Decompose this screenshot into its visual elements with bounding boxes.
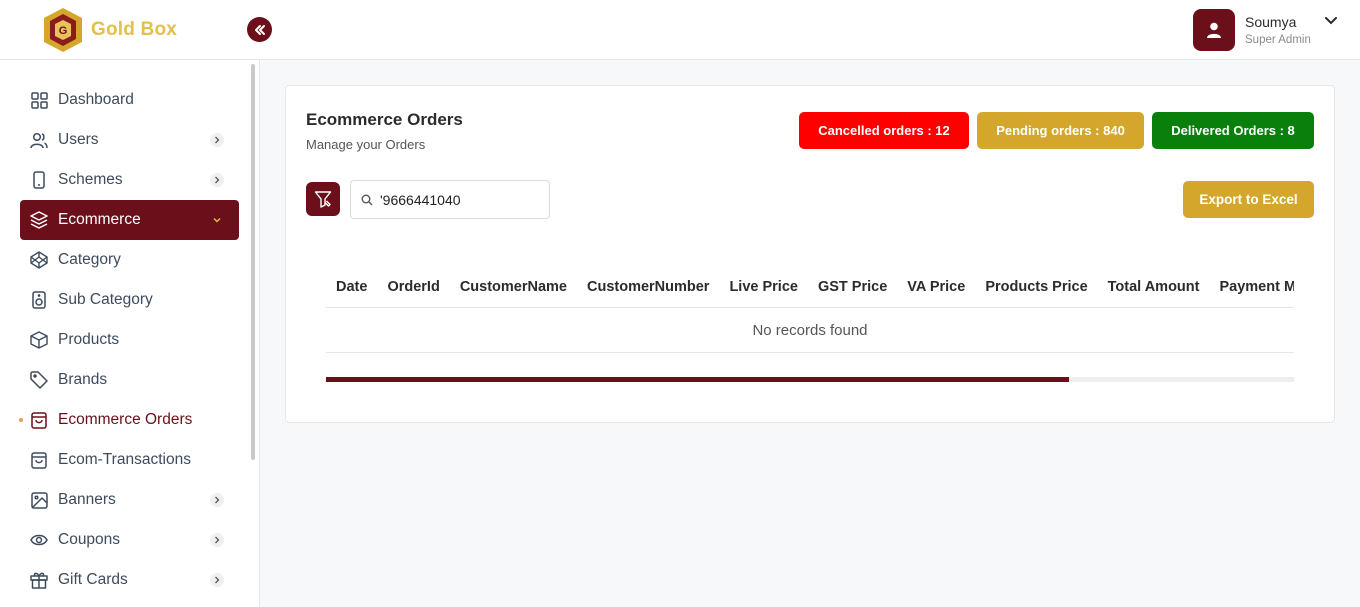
orders-table: Date OrderId CustomerName CustomerNumber… xyxy=(326,266,1294,353)
column-header-va-price[interactable]: VA Price xyxy=(897,279,975,295)
chevron-right-icon xyxy=(210,493,224,507)
sidebar-item-category[interactable]: Category xyxy=(20,240,239,280)
sidebar-item-label: Banners xyxy=(58,491,116,508)
sidebar-item-label: Gift Cards xyxy=(58,571,128,588)
layers-icon xyxy=(30,211,48,229)
column-header-order-id[interactable]: OrderId xyxy=(377,279,449,295)
scrollbar-thumb[interactable] xyxy=(326,377,1069,382)
sidebar-item-ecom-transactions[interactable]: Ecom-Transactions xyxy=(20,440,239,480)
avatar xyxy=(1193,9,1235,51)
column-header-total-amount[interactable]: Total Amount xyxy=(1098,279,1210,295)
user-menu[interactable]: Soumya Super Admin xyxy=(1193,9,1337,51)
sidebar-item-sub-category[interactable]: Sub Category xyxy=(20,280,239,320)
double-chevron-left-icon xyxy=(254,24,265,35)
column-header-date[interactable]: Date xyxy=(326,279,377,295)
tag-icon xyxy=(30,371,48,389)
column-header-gst-price[interactable]: GST Price xyxy=(808,279,897,295)
sidebar-menu: Dashboard Users Schemes Ecommerce Catego… xyxy=(19,80,239,600)
sidebar-item-banners[interactable]: Banners xyxy=(20,480,239,520)
image-icon xyxy=(30,491,48,509)
shopping-bag-icon xyxy=(30,451,48,469)
sidebar-item-dashboard[interactable]: Dashboard xyxy=(20,80,239,120)
sidebar-item-brands[interactable]: Brands xyxy=(20,360,239,400)
sidebar-item-users[interactable]: Users xyxy=(20,120,239,160)
sidebar-item-ecommerce[interactable]: Ecommerce xyxy=(20,200,239,240)
chevron-down-icon xyxy=(210,213,224,227)
search-icon xyxy=(361,193,374,206)
grid-icon xyxy=(30,91,48,109)
sidebar-item-label: Coupons xyxy=(58,531,121,548)
sidebar-item-label: Users xyxy=(58,131,99,148)
sidebar: Dashboard Users Schemes Ecommerce Catego… xyxy=(0,60,260,607)
eye-icon xyxy=(30,531,48,549)
page-title: Ecommerce Orders xyxy=(306,110,463,129)
sidebar-item-label: Schemes xyxy=(58,171,123,188)
chevron-down-icon[interactable] xyxy=(1324,17,1337,25)
sidebar-item-label: Ecom-Transactions xyxy=(58,451,191,468)
chevron-right-icon xyxy=(210,573,224,587)
user-role: Super Admin xyxy=(1245,34,1311,46)
top-header: G Gold Box Soumya Super Admin xyxy=(0,0,1360,60)
users-icon xyxy=(30,131,48,149)
sidebar-item-products[interactable]: Products xyxy=(20,320,239,360)
orders-card: Ecommerce Orders Manage your Orders Canc… xyxy=(285,85,1335,423)
column-header-payment-mode[interactable]: Payment M xyxy=(1209,279,1294,295)
search-input[interactable] xyxy=(380,191,530,208)
filter-icon xyxy=(314,191,332,208)
cancelled-orders-badge[interactable]: Cancelled orders : 12 xyxy=(799,112,969,149)
table-header: Date OrderId CustomerName CustomerNumber… xyxy=(326,266,1294,308)
column-header-customer-name[interactable]: CustomerName xyxy=(450,279,577,295)
codepen-icon xyxy=(30,251,48,269)
page-subtitle: Manage your Orders xyxy=(306,137,426,152)
column-header-live-price[interactable]: Live Price xyxy=(719,279,808,295)
current-indicator xyxy=(19,418,23,422)
sidebar-scrollbar[interactable] xyxy=(251,64,255,460)
sidebar-item-label: Category xyxy=(58,251,121,268)
user-icon xyxy=(1207,22,1221,38)
phone-icon xyxy=(30,171,48,189)
box-icon xyxy=(30,331,48,349)
chevron-right-icon xyxy=(210,173,224,187)
sidebar-item-coupons[interactable]: Coupons xyxy=(20,520,239,560)
sidebar-item-ecommerce-orders[interactable]: Ecommerce Orders xyxy=(19,400,239,440)
pending-orders-badge[interactable]: Pending orders : 840 xyxy=(977,112,1144,149)
sidebar-item-label: Ecommerce Orders xyxy=(58,411,193,428)
gift-icon xyxy=(30,571,48,589)
table-horizontal-scrollbar[interactable] xyxy=(326,377,1294,382)
chevron-right-icon xyxy=(210,533,224,547)
app-name: Gold Box xyxy=(91,19,178,40)
delivered-orders-badge[interactable]: Delivered Orders : 8 xyxy=(1152,112,1314,149)
export-to-excel-button[interactable]: Export to Excel xyxy=(1183,181,1314,218)
search-box xyxy=(350,180,550,219)
sidebar-item-label: Products xyxy=(58,331,120,348)
sidebar-item-label: Sub Category xyxy=(58,291,153,308)
chevron-right-icon xyxy=(210,133,224,147)
sidebar-item-schemes[interactable]: Schemes xyxy=(20,160,239,200)
filter-button[interactable] xyxy=(306,182,340,216)
collapse-sidebar-button[interactable] xyxy=(247,17,272,42)
column-header-products-price[interactable]: Products Price xyxy=(975,279,1097,295)
logo[interactable]: G Gold Box xyxy=(42,6,177,54)
svg-text:G: G xyxy=(59,25,68,37)
column-header-customer-number[interactable]: CustomerNumber xyxy=(577,279,719,295)
speaker-icon xyxy=(30,291,48,309)
gold-box-logo-icon: G xyxy=(44,8,82,52)
shopping-bag-icon xyxy=(30,411,48,429)
sidebar-item-label: Dashboard xyxy=(58,91,134,108)
sidebar-item-label: Ecommerce xyxy=(58,211,141,228)
empty-state-message: No records found xyxy=(326,308,1294,353)
sidebar-item-label: Brands xyxy=(58,371,108,388)
user-name: Soumya xyxy=(1245,14,1297,30)
sidebar-item-gift-cards[interactable]: Gift Cards xyxy=(20,560,239,600)
